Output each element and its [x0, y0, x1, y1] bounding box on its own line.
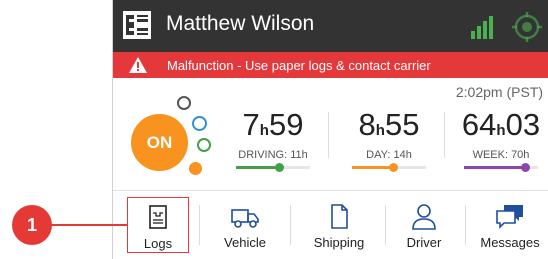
warning-triangle-icon: [129, 57, 147, 73]
bottom-tab-bar: Logs Vehicle Shipping Driver Messages: [113, 190, 548, 259]
week-clock: 64h03 WEEK: 70h: [455, 108, 547, 172]
driving-hours: 7: [242, 107, 260, 142]
app-header: Matthew Wilson: [113, 0, 548, 52]
logbook-icon: [149, 205, 167, 229]
malfunction-banner[interactable]: Malfunction - Use paper logs & contact c…: [113, 52, 548, 78]
callout-connector: [48, 224, 127, 226]
day-time: 8h55: [349, 108, 429, 148]
day-clock: 8h55 DAY: 14h: [349, 108, 429, 172]
gps-target-icon: [512, 12, 542, 42]
duty-status-on[interactable]: ON: [131, 114, 188, 171]
hours-of-service-panel: 2:02pm (PST) ON 7h59 DRIVING: 11h 8h55 D…: [113, 78, 548, 190]
driving-progress-fill: [236, 166, 279, 169]
driving-clock: 7h59 DRIVING: 11h: [233, 108, 313, 172]
bubble-blue-decoration: [192, 116, 207, 131]
tab-messages-label: Messages: [480, 235, 540, 250]
week-progress-bar: [464, 163, 538, 172]
hours-unit: h: [496, 122, 506, 139]
tab-vehicle-label: Vehicle: [224, 235, 266, 250]
tab-shipping-label: Shipping: [313, 235, 365, 250]
driving-progress-knob: [274, 163, 284, 172]
tab-driver-label: Driver: [406, 235, 442, 250]
day-progress-bar: [352, 163, 426, 172]
clock-divider: [328, 112, 329, 158]
week-time: 64h03: [455, 108, 547, 148]
eld-device-screen: Matthew Wilson Malfunction - Use paper l…: [112, 0, 548, 259]
week-minutes: 03: [505, 107, 541, 142]
person-icon: [412, 204, 436, 230]
week-progress-knob: [520, 163, 530, 172]
day-hours: 8: [358, 107, 376, 142]
day-progress-fill: [352, 166, 393, 169]
day-limit-label: DAY: 14h: [366, 149, 412, 161]
chat-bubbles-icon: [496, 205, 523, 229]
driving-time: 7h59: [233, 108, 313, 148]
driving-limit-label: DRIVING: 11h: [238, 149, 308, 161]
day-minutes: 55: [384, 107, 420, 142]
tab-divider: [199, 205, 200, 245]
signal-bars-icon: [471, 16, 493, 39]
bubble-orange-decoration: [189, 162, 202, 175]
driving-minutes: 59: [268, 107, 304, 142]
callout-marker: 1: [12, 205, 52, 245]
tab-divider: [385, 205, 386, 245]
malfunction-message: Malfunction - Use paper logs & contact c…: [167, 58, 431, 73]
tab-divider: [465, 205, 466, 245]
day-progress-knob: [388, 163, 398, 172]
week-limit-label: WEEK: 70h: [472, 149, 530, 161]
tab-messages[interactable]: Messages: [471, 197, 548, 253]
current-time: 2:02pm (PST): [455, 84, 543, 100]
driving-progress-bar: [236, 163, 310, 172]
driver-name: Matthew Wilson: [166, 12, 315, 35]
tab-shipping[interactable]: Shipping: [299, 197, 379, 253]
week-progress-fill: [464, 166, 525, 169]
truck-icon: [231, 209, 259, 228]
bubble-green-decoration: [197, 138, 211, 152]
hours-unit: h: [375, 122, 385, 139]
week-hours: 64: [461, 107, 497, 142]
eld-logo-icon: [123, 11, 151, 39]
tab-logs[interactable]: Logs: [127, 197, 189, 253]
bubble-gray-decoration: [177, 96, 191, 110]
document-icon: [331, 204, 348, 229]
clock-divider: [444, 112, 445, 158]
tab-divider: [290, 205, 291, 245]
tab-driver[interactable]: Driver: [393, 197, 455, 253]
hours-unit: h: [259, 122, 269, 139]
tab-vehicle[interactable]: Vehicle: [209, 197, 281, 253]
tab-logs-label: Logs: [143, 236, 173, 251]
